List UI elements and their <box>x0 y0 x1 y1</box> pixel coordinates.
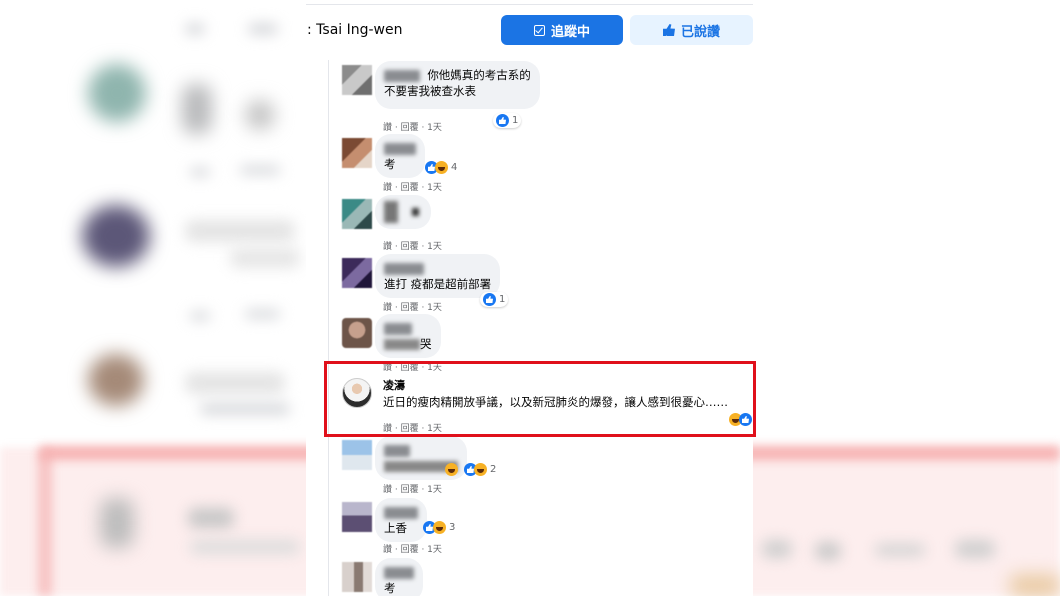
comment-bubble: 你他媽真的考古系的 不要害我被查水表 <box>375 61 540 109</box>
haha-reaction-icon <box>435 161 448 174</box>
blurred-shape <box>815 542 841 560</box>
comment-actions[interactable]: 讚 · 回覆 · 1天 <box>383 120 442 133</box>
blurred-shape <box>190 168 210 176</box>
comment-actions[interactable]: 讚 · 回覆 · 1天 <box>383 180 442 193</box>
liked-button-label: 已說讚 <box>680 24 720 40</box>
comment-bubble: 上香 <box>375 498 427 542</box>
blurred-comment-text <box>411 208 419 216</box>
avatar[interactable] <box>342 318 372 348</box>
blurred-shape <box>230 248 300 268</box>
comment-text: 你他媽真的考古系的 <box>427 68 531 82</box>
reaction-summary[interactable]: 3 <box>420 520 458 535</box>
comment-text: 上香 <box>384 521 407 535</box>
blurred-shape <box>1010 575 1060 596</box>
haha-reaction-icon <box>433 521 446 534</box>
blurred-comment-text <box>384 339 420 350</box>
reaction-count: 3 <box>449 522 456 533</box>
following-check-icon <box>533 24 545 36</box>
comment-actions[interactable]: 讚 · 回覆 · 1天 <box>383 239 442 252</box>
avatar[interactable] <box>342 258 372 288</box>
blurred-shape <box>190 312 210 320</box>
blurred-shape <box>245 310 280 318</box>
divider <box>306 4 753 5</box>
blurred-shape <box>875 544 925 556</box>
blurred-author-name[interactable] <box>384 322 412 335</box>
comment-bubble <box>375 195 431 229</box>
thumbs-up-icon <box>662 24 675 36</box>
comment-bubble: 進打 疫都是超前部署 <box>375 254 501 298</box>
blurred-author-name[interactable] <box>384 69 420 82</box>
comment-actions[interactable]: 讚 · 回覆 · 1天 <box>383 300 442 313</box>
comment-bubble: 哭 <box>375 314 441 358</box>
haha-reaction-icon <box>445 463 458 476</box>
comment-panel: : Tsai Ing-wen 追蹤中 已說讚 你他媽真的考古系的 不要害我被查水… <box>306 0 753 596</box>
avatar[interactable] <box>342 199 372 229</box>
blurred-author-name[interactable] <box>384 142 416 155</box>
comment-actions[interactable]: 讚 · 回覆 · 1天 <box>383 482 442 495</box>
avatar[interactable] <box>342 440 372 470</box>
comment-bubble: 考 <box>375 134 425 178</box>
comment-text: 不要害我被查水表 <box>384 84 476 98</box>
reaction-count: 1 <box>499 294 506 305</box>
like-reaction-icon <box>496 114 509 127</box>
highlight-box <box>324 361 756 437</box>
blurred-shape <box>248 24 278 34</box>
reaction-summary[interactable]: 2 <box>442 462 499 477</box>
reaction-count: 2 <box>490 464 497 475</box>
comment-text: 考 <box>384 157 396 171</box>
reaction-summary[interactable]: 1 <box>480 292 509 307</box>
blurred-avatar <box>88 64 146 122</box>
blurred-avatar <box>82 205 150 267</box>
blurred-shape <box>185 24 205 34</box>
like-reaction-icon <box>483 293 496 306</box>
blurred-author-name[interactable] <box>384 566 414 579</box>
blurred-shape <box>190 540 300 554</box>
reaction-summary[interactable]: 4 <box>422 160 460 175</box>
blurred-shape <box>240 166 280 174</box>
comment-text: 哭 <box>420 337 432 351</box>
blurred-author-name[interactable] <box>384 262 424 275</box>
blurred-avatar <box>100 498 134 548</box>
blurred-shape <box>188 508 234 528</box>
thread-line <box>328 60 329 596</box>
blurred-author-name[interactable] <box>384 444 410 457</box>
blurred-shape <box>200 404 290 414</box>
comment-actions[interactable]: 讚 · 回覆 · 1天 <box>383 542 442 555</box>
haha-reaction-icon <box>474 463 487 476</box>
blurred-shape <box>182 84 212 134</box>
blurred-shape <box>762 540 792 558</box>
blurred-shape <box>245 100 275 130</box>
reaction-summary[interactable]: 1 <box>493 113 522 128</box>
page-title: : Tsai Ing-wen <box>307 22 403 38</box>
comment-bubble: 考 <box>375 558 423 596</box>
avatar[interactable] <box>342 65 372 95</box>
liked-button[interactable]: 已說讚 <box>630 15 753 45</box>
following-button-label: 追蹤中 <box>550 24 590 40</box>
comment-text: 進打 疫都是超前部署 <box>384 277 492 291</box>
blurred-shape <box>185 220 295 242</box>
avatar[interactable] <box>342 562 372 592</box>
reaction-count: 4 <box>451 162 458 173</box>
blurred-author-name[interactable] <box>384 506 418 519</box>
following-button[interactable]: 追蹤中 <box>501 15 623 45</box>
comment-text: 考 <box>384 581 396 595</box>
blurred-shape <box>955 540 995 558</box>
blurred-avatar <box>88 354 144 406</box>
blurred-shape <box>185 372 285 394</box>
avatar[interactable] <box>342 502 372 532</box>
avatar[interactable] <box>342 138 372 168</box>
blurred-comment-text <box>384 201 398 223</box>
reaction-count: 1 <box>512 115 519 126</box>
blurred-highlight-border-left <box>38 450 52 596</box>
